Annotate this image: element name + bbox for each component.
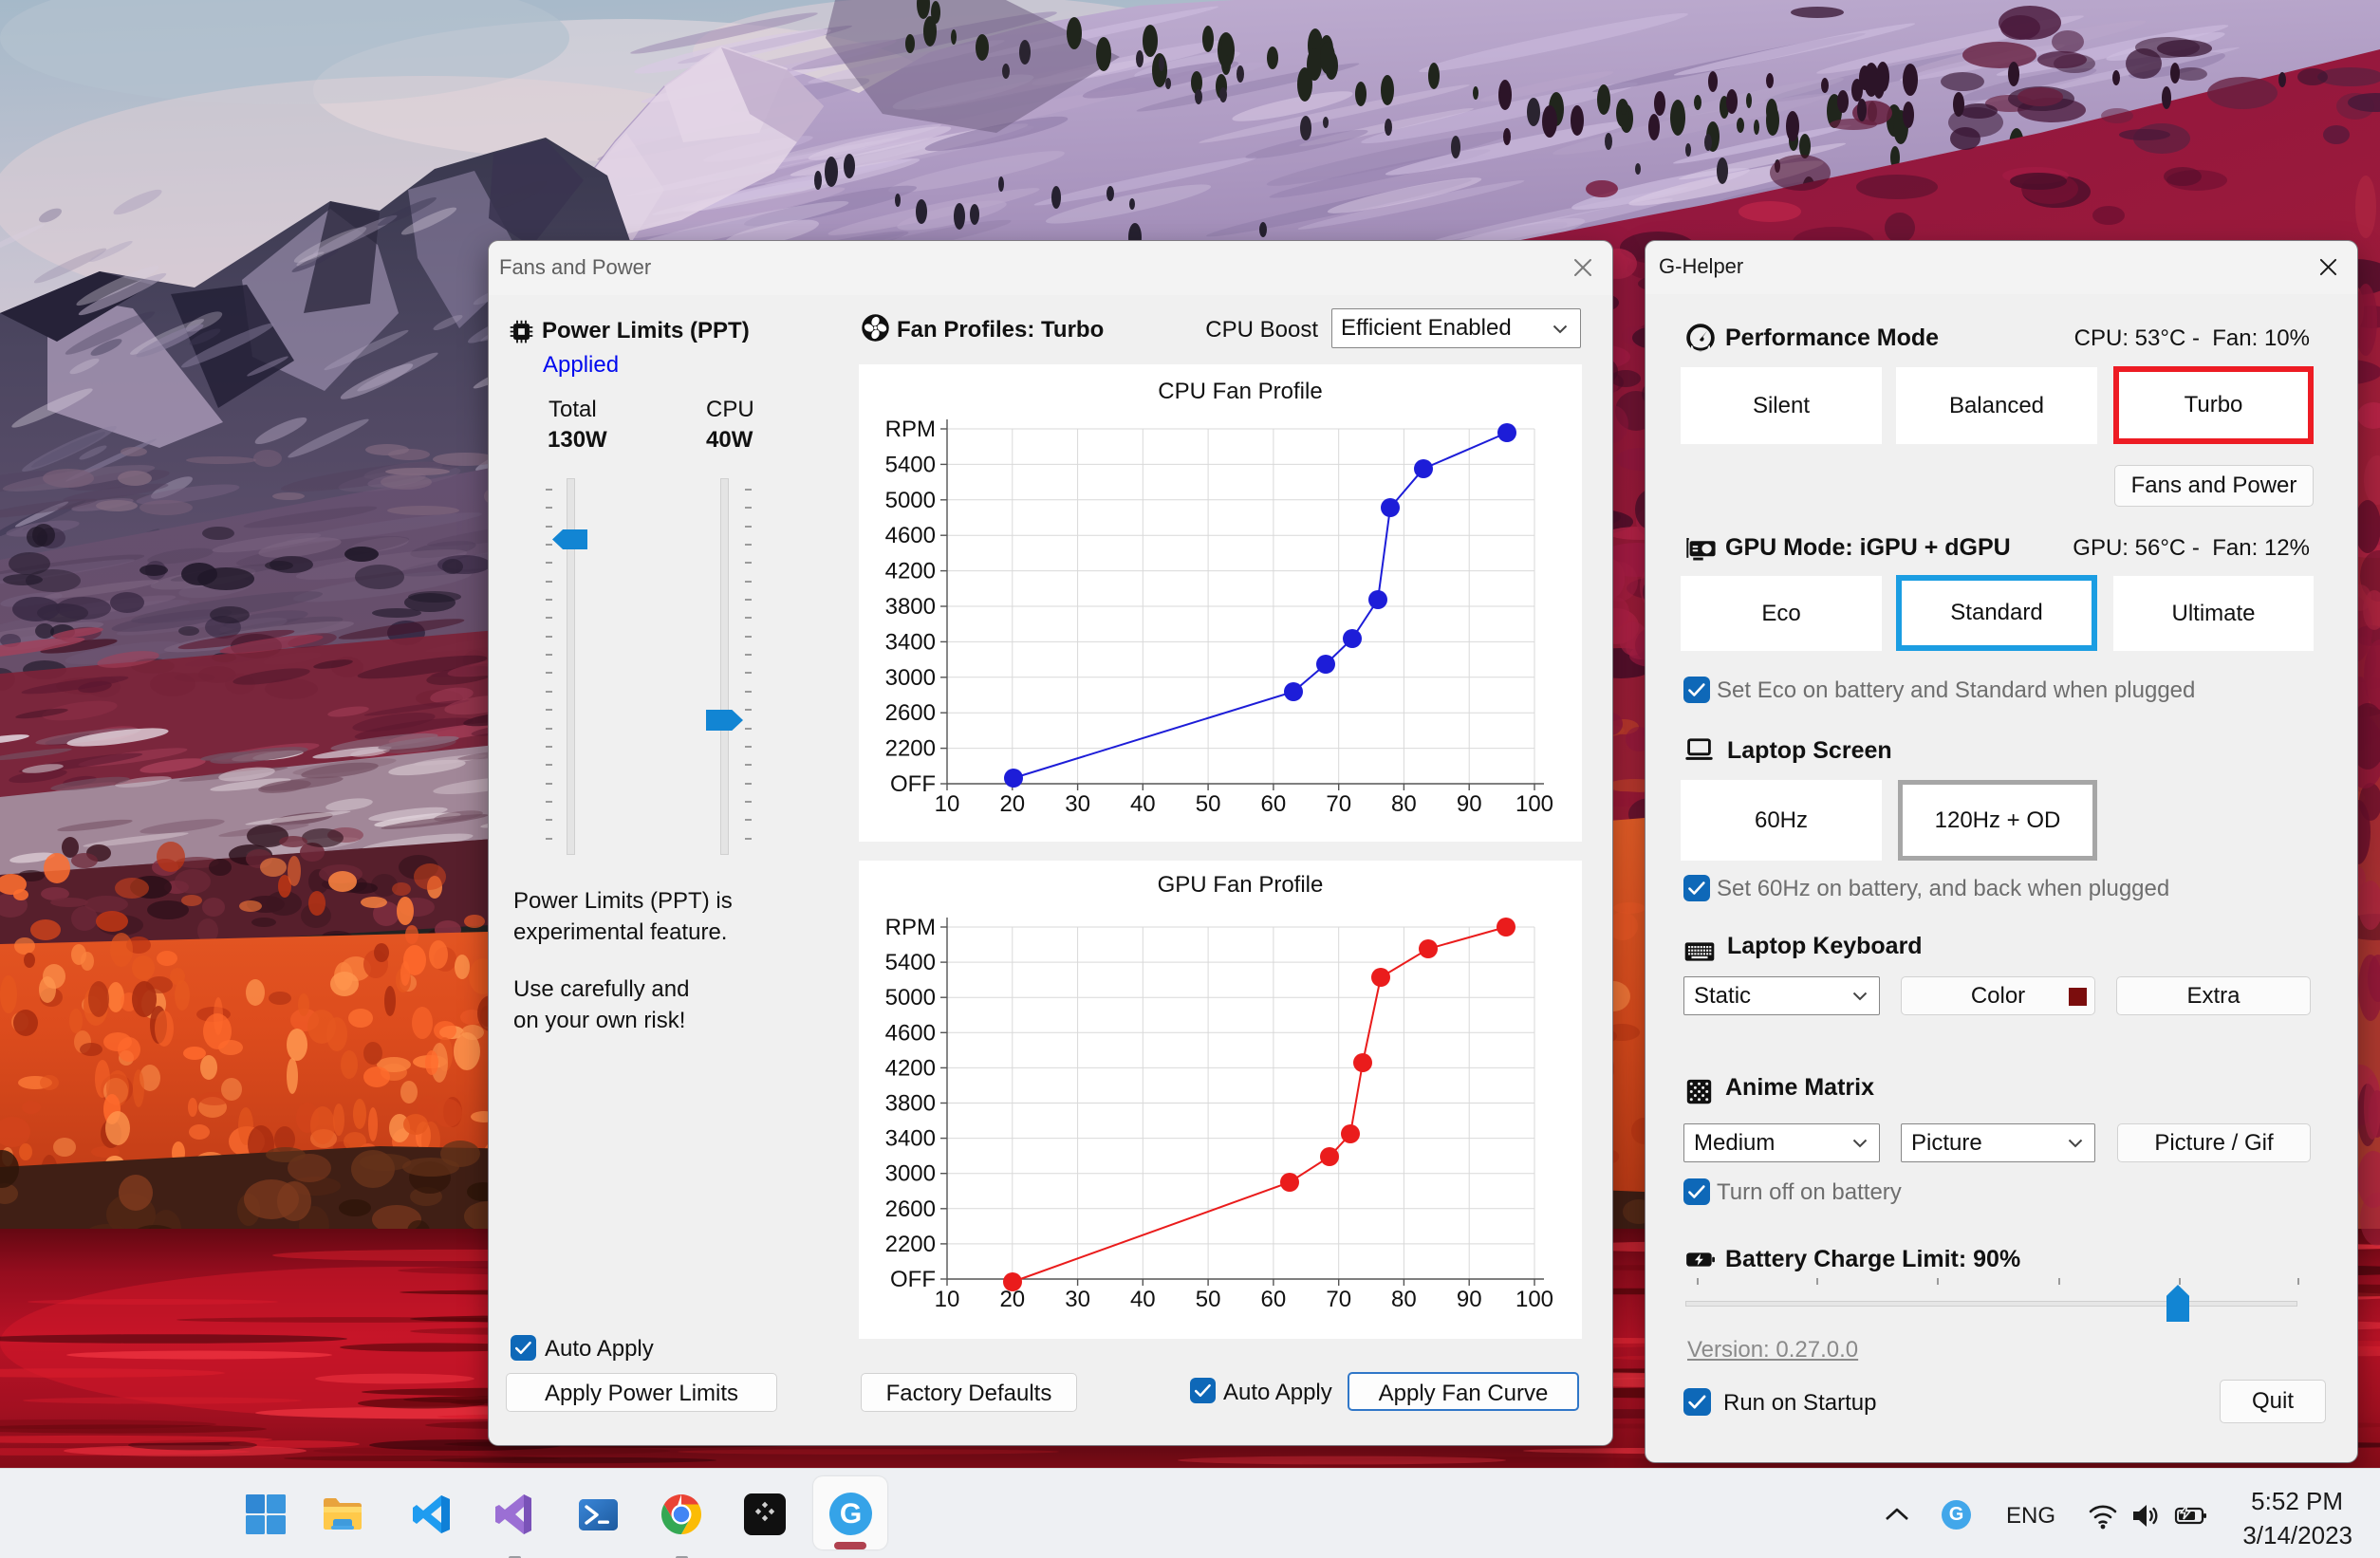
svg-text:60: 60 xyxy=(1261,791,1287,817)
svg-text:80: 80 xyxy=(1391,1287,1417,1312)
svg-text:5400: 5400 xyxy=(885,950,936,975)
svg-text:2200: 2200 xyxy=(885,1232,936,1257)
svg-text:3000: 3000 xyxy=(885,665,936,691)
svg-text:70: 70 xyxy=(1326,1287,1351,1312)
svg-text:30: 30 xyxy=(1065,1287,1090,1312)
svg-text:RPM: RPM xyxy=(885,915,936,940)
svg-text:2600: 2600 xyxy=(885,700,936,726)
svg-text:90: 90 xyxy=(1457,791,1482,817)
svg-text:5000: 5000 xyxy=(885,985,936,1011)
svg-text:40: 40 xyxy=(1130,1287,1156,1312)
svg-text:4600: 4600 xyxy=(885,523,936,548)
svg-text:10: 10 xyxy=(935,791,960,817)
svg-text:3000: 3000 xyxy=(885,1161,936,1187)
svg-text:40: 40 xyxy=(1130,791,1156,817)
svg-text:OFF: OFF xyxy=(890,771,936,797)
svg-text:CPU Fan Profile: CPU Fan Profile xyxy=(1158,379,1322,404)
svg-text:GPU Fan Profile: GPU Fan Profile xyxy=(1158,872,1324,898)
svg-text:100: 100 xyxy=(1515,791,1553,817)
svg-text:50: 50 xyxy=(1196,1287,1221,1312)
svg-text:60: 60 xyxy=(1261,1287,1287,1312)
svg-text:100: 100 xyxy=(1515,1287,1553,1312)
svg-text:3800: 3800 xyxy=(885,594,936,620)
svg-text:2200: 2200 xyxy=(885,736,936,762)
svg-text:5000: 5000 xyxy=(885,488,936,513)
svg-text:5400: 5400 xyxy=(885,452,936,477)
svg-text:80: 80 xyxy=(1391,791,1417,817)
svg-text:3400: 3400 xyxy=(885,629,936,655)
svg-text:10: 10 xyxy=(935,1287,960,1312)
svg-text:3400: 3400 xyxy=(885,1126,936,1152)
svg-text:4600: 4600 xyxy=(885,1020,936,1046)
svg-text:90: 90 xyxy=(1457,1287,1482,1312)
svg-text:30: 30 xyxy=(1065,791,1090,817)
svg-text:50: 50 xyxy=(1196,791,1221,817)
svg-text:4200: 4200 xyxy=(885,1055,936,1081)
svg-text:2600: 2600 xyxy=(885,1196,936,1222)
svg-text:70: 70 xyxy=(1326,791,1351,817)
svg-text:RPM: RPM xyxy=(885,417,936,442)
svg-text:OFF: OFF xyxy=(890,1267,936,1292)
svg-text:4200: 4200 xyxy=(885,559,936,584)
svg-text:3800: 3800 xyxy=(885,1091,936,1117)
svg-text:20: 20 xyxy=(999,791,1025,817)
